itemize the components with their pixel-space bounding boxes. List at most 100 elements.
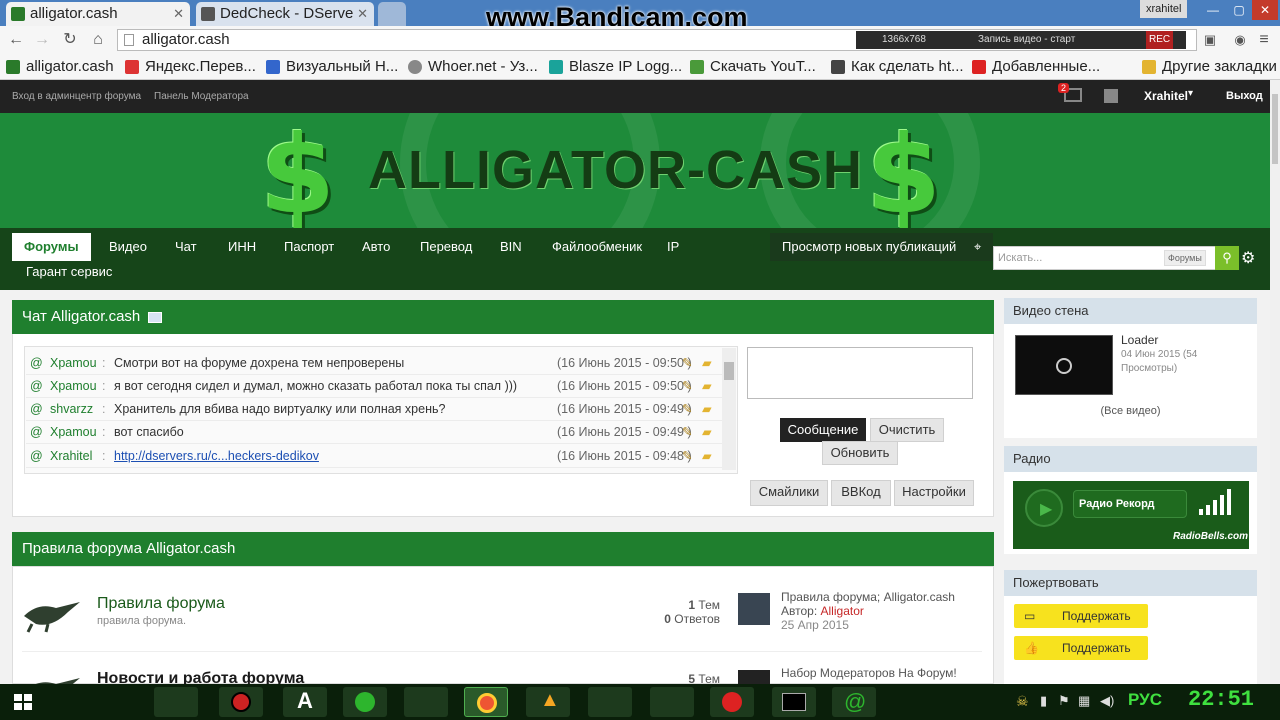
tab-video[interactable]: Видео	[97, 233, 159, 261]
page-scrollbar[interactable]	[1270, 80, 1280, 684]
volume-icon[interactable]	[1199, 485, 1239, 515]
clock[interactable]: 22:51	[1188, 687, 1254, 712]
chevron-down-icon[interactable]: ▾	[1188, 88, 1193, 99]
bookmark-item[interactable]: Яндекс.Перев...	[125, 57, 256, 77]
tab-inn[interactable]: ИНН	[216, 233, 268, 261]
bookmark-item[interactable]: Скачать YouT...	[690, 57, 816, 77]
scroll-thumb[interactable]	[724, 362, 734, 380]
edit-icon[interactable]: ✎	[682, 398, 692, 421]
chat-input[interactable]	[747, 347, 973, 399]
tab-guarantor[interactable]: Гарант сервис	[14, 258, 124, 286]
donate-button[interactable]: ▭ Поддержать	[1014, 604, 1148, 628]
edit-icon[interactable]: ✎	[682, 421, 692, 444]
back-icon[interactable]: ←	[6, 30, 26, 50]
moderator-link[interactable]: Панель Модератора	[154, 91, 249, 102]
edit-icon[interactable]: ✎	[682, 445, 692, 468]
clear-button[interactable]: Очистить	[870, 418, 944, 442]
tab-bin[interactable]: BIN	[488, 233, 534, 261]
battery-icon[interactable]: ▮	[1040, 693, 1047, 709]
tab-auto[interactable]: Авто	[350, 233, 402, 261]
tab-dedcheck[interactable]: DedCheck - DServe ✕	[196, 2, 374, 26]
close-icon[interactable]: ✕	[173, 2, 184, 26]
last-post-title[interactable]: Правила форума; Alligator.cash	[781, 590, 955, 604]
home-icon[interactable]: ⌂	[88, 30, 108, 50]
play-button[interactable]: ▶	[1025, 489, 1063, 527]
admin-link[interactable]: Вход в админцентр форума	[12, 91, 141, 102]
forward-icon[interactable]: →	[32, 30, 52, 50]
paint-icon[interactable]	[154, 687, 198, 717]
bookmark-item[interactable]: Визуальный Н...	[266, 57, 398, 77]
bookmark-item[interactable]: Blasze IP Logg...	[549, 57, 682, 77]
font-icon[interactable]: A	[283, 687, 327, 717]
chat-settings-button[interactable]: Настройки	[894, 480, 974, 506]
username[interactable]: Xrahitel	[1144, 89, 1188, 103]
smilies-button[interactable]: Смайлики	[750, 480, 828, 506]
avatar[interactable]	[738, 670, 770, 684]
tab-chat[interactable]: Чат	[163, 233, 209, 261]
pdf-icon[interactable]	[710, 687, 754, 717]
chrome-icon[interactable]: ◉	[1230, 30, 1250, 50]
new-tab-button[interactable]	[378, 2, 406, 26]
edit-icon[interactable]: ✎	[682, 375, 692, 398]
chat-user[interactable]: shvarzz	[50, 398, 93, 421]
record-icon[interactable]	[219, 687, 263, 717]
flag-icon[interactable]: ⚑	[1058, 693, 1070, 709]
bbcode-button[interactable]: BBКод	[831, 480, 891, 506]
scroll-thumb[interactable]	[1272, 94, 1278, 164]
popout-icon[interactable]	[148, 311, 163, 323]
bookmark-item[interactable]: alligator.cash	[6, 57, 114, 77]
chat-user[interactable]: Храmou	[50, 352, 97, 375]
menu-icon[interactable]: ≡	[1254, 30, 1274, 50]
reload-icon[interactable]: ↻	[60, 30, 80, 50]
volume-tray-icon[interactable]: ◀)	[1100, 693, 1114, 709]
video-thumbnail[interactable]	[1015, 335, 1113, 395]
chrome-taskbar-icon[interactable]	[464, 687, 508, 717]
notes-icon[interactable]	[404, 687, 448, 717]
extension-icon[interactable]: ▣	[1200, 30, 1220, 50]
edit-icon[interactable]: ✎	[682, 352, 692, 375]
close-icon[interactable]: ✕	[357, 2, 368, 26]
location-icon[interactable]: ⌖	[962, 233, 994, 261]
search-scope[interactable]: Форумы	[1164, 250, 1206, 266]
donate-button[interactable]: 👍 Поддержать	[1014, 636, 1148, 660]
tab-transfer[interactable]: Перевод	[408, 233, 484, 261]
profile-icon[interactable]	[1104, 89, 1118, 103]
warning-icon[interactable]: ▲	[526, 687, 570, 717]
logout-link[interactable]: Выход	[1226, 90, 1263, 102]
search-icon[interactable]: ⚲	[1215, 246, 1239, 270]
tab-forums[interactable]: Форумы	[12, 233, 91, 261]
refresh-button[interactable]: Обновить	[822, 441, 898, 465]
bookmark-item[interactable]: Добавленные...	[972, 57, 1100, 77]
forum-title[interactable]: Правила форума	[97, 595, 225, 613]
folder-icon[interactable]: ▰	[702, 445, 712, 468]
video-title[interactable]: Loader	[1121, 333, 1158, 347]
chat-user[interactable]: Храmou	[50, 375, 97, 398]
chat-user[interactable]: Xrahitel	[50, 445, 92, 468]
tab-alligator[interactable]: alligator.cash ✕	[6, 2, 190, 26]
folder-icon[interactable]: ▰	[702, 375, 712, 398]
rec-badge[interactable]: REC	[1146, 31, 1174, 49]
search-input[interactable]: Искать... Форумы	[993, 246, 1225, 270]
language-indicator[interactable]: РУС	[1128, 690, 1162, 710]
start-icon[interactable]	[4, 687, 42, 717]
last-post-title[interactable]: Набор Модераторов На Форум!	[781, 666, 957, 680]
python-icon[interactable]	[588, 687, 632, 717]
bookmark-item[interactable]: Whoer.net - Уз...	[408, 57, 538, 77]
close-window-icon[interactable]: ✕	[1252, 0, 1278, 20]
new-posts-link[interactable]: Просмотр новых публикаций	[770, 233, 969, 261]
folder-icon[interactable]: ▰	[702, 421, 712, 444]
at-icon[interactable]: @	[832, 687, 876, 717]
station-select[interactable]: Радио Рекорд	[1073, 490, 1187, 518]
chat-user[interactable]: Храmou	[50, 421, 97, 444]
chat-scrollbar[interactable]	[722, 348, 736, 470]
tab-fileshare[interactable]: Файлообменик	[540, 233, 654, 261]
bookmark-item[interactable]: Как сделать ht...	[831, 57, 964, 77]
network-icon[interactable]: ▦	[1078, 693, 1090, 709]
site-logo[interactable]: ALLIGATOR-CASH	[368, 139, 863, 201]
maximize-icon[interactable]: ▢	[1226, 0, 1252, 20]
folder-icon[interactable]: ▰	[702, 352, 712, 375]
bookmark-other[interactable]: Другие закладки	[1142, 57, 1277, 77]
minimize-icon[interactable]: —	[1200, 0, 1226, 20]
skull-icon[interactable]: ☠	[1016, 693, 1029, 710]
folder-icon[interactable]: ▰	[702, 398, 712, 421]
